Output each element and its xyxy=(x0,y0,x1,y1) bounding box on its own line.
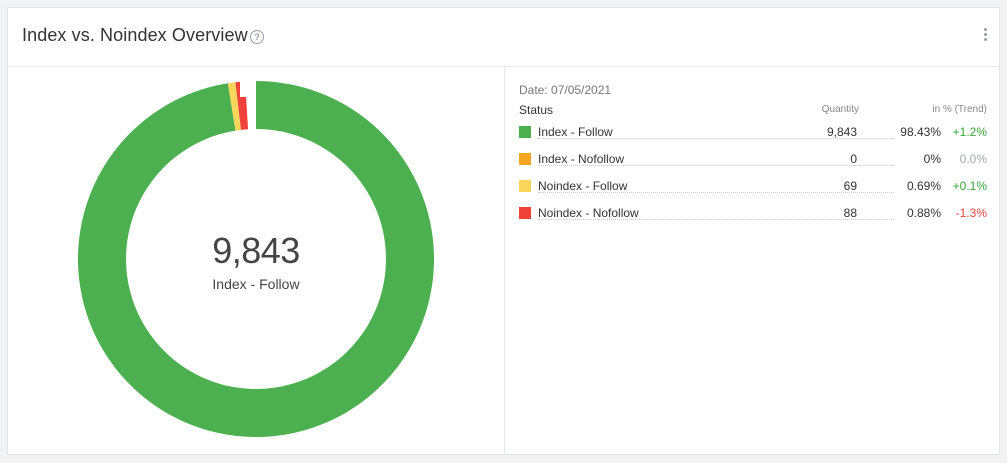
row-trend: 0.0% xyxy=(959,152,987,166)
row-percent: 98.43% xyxy=(900,125,941,139)
legend-swatch xyxy=(519,207,531,219)
row-trend: +0.1% xyxy=(952,179,987,193)
row-percent: 0% xyxy=(923,152,941,166)
legend-swatch xyxy=(519,153,531,165)
legend-swatch xyxy=(519,126,531,138)
table-row[interactable]: Index - Follow 9,843 98.43% +1.2% xyxy=(519,121,987,148)
vertical-dots-icon[interactable] xyxy=(983,28,987,44)
donut-chart-pane: 9,843 Index - Follow xyxy=(8,67,505,455)
percent-header: in % (Trend) xyxy=(932,104,987,115)
legend-swatch xyxy=(519,180,531,192)
status-table: Date: 07/05/2021 Status Quantity in % (T… xyxy=(519,81,987,229)
center-value: 9,843 xyxy=(212,230,300,271)
row-label: Noindex - Follow xyxy=(538,179,628,193)
widget-title: Index vs. Noindex Overview xyxy=(22,25,248,45)
table-rows: Index - Follow 9,843 98.43% +1.2% Index - No… xyxy=(519,121,987,229)
row-trend: -1.3% xyxy=(955,206,987,220)
row-percent: 0.69% xyxy=(906,179,941,193)
center-label: Index - Follow xyxy=(212,276,300,292)
table-row[interactable]: Index - Nofollow 0 0% 0.0% xyxy=(519,148,987,175)
row-label: Index - Follow xyxy=(538,125,613,139)
card-header: Index vs. Noindex Overview ? xyxy=(8,8,999,67)
row-quantity: 88 xyxy=(843,206,857,220)
table-row[interactable]: Noindex - Follow 69 0.69% +0.1% xyxy=(519,175,987,202)
row-quantity: 69 xyxy=(843,179,857,193)
donut-gap xyxy=(240,79,254,97)
row-label: Index - Nofollow xyxy=(538,152,625,166)
row-percent: 0.88% xyxy=(906,206,941,220)
date-label: Date: 07/05/2021 xyxy=(519,83,612,97)
row-label: Noindex - Nofollow xyxy=(538,206,639,220)
row-quantity: 9,843 xyxy=(826,125,857,139)
quantity-header: Quantity xyxy=(821,104,859,115)
status-header: Status xyxy=(519,103,554,117)
table-row[interactable]: Noindex - Nofollow 88 0.88% -1.3% xyxy=(519,202,987,229)
row-trend: +1.2% xyxy=(952,125,987,139)
table-header: Status Quantity in % (Trend) xyxy=(519,101,987,121)
overview-card: Index vs. Noindex Overview ? 9,843 Index… xyxy=(7,7,1000,455)
row-quantity: 0 xyxy=(850,152,857,166)
question-circle-icon[interactable]: ? xyxy=(250,30,264,44)
